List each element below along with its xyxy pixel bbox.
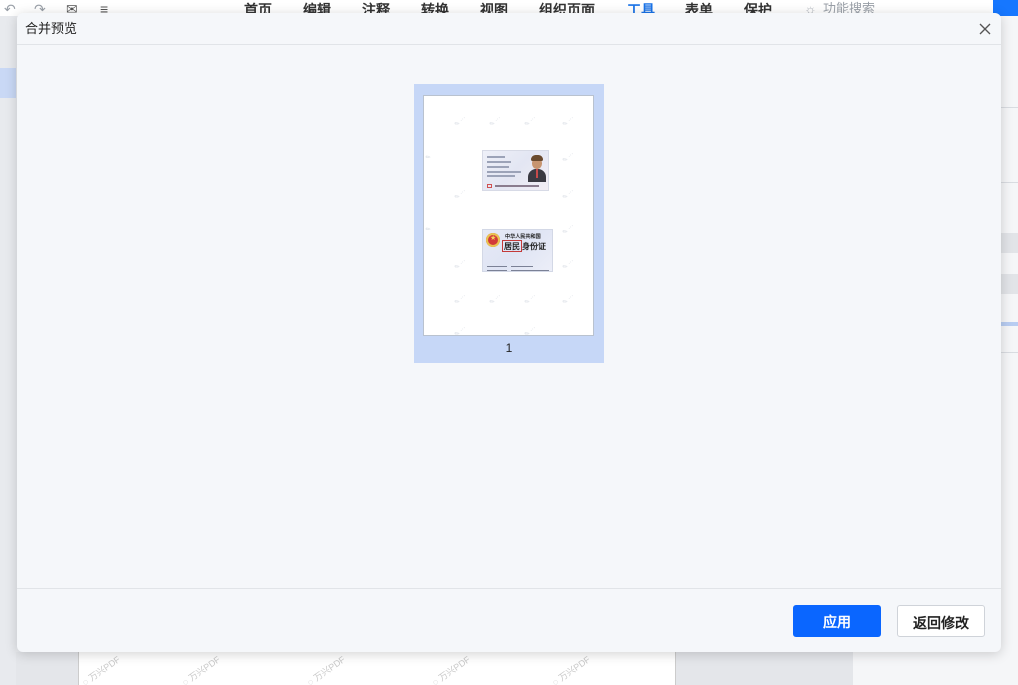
undo-icon[interactable]: ↶	[4, 2, 16, 16]
watermark: ✎ ⋯	[561, 151, 576, 165]
watermark: ✎ ⋯	[561, 223, 576, 237]
watermark: ✎ ⋯	[453, 325, 468, 336]
watermark: ✎ ⋯	[523, 115, 538, 129]
watermark: ✎ ⋯	[488, 293, 503, 307]
card-text-line	[511, 270, 549, 271]
watermark: ✎ ⋯	[453, 188, 468, 202]
watermark: ✎ ⋯	[561, 188, 576, 202]
watermark: ◌ 万兴PDF	[180, 654, 223, 685]
card-id-number-line	[495, 185, 539, 187]
card-text-line	[511, 266, 533, 267]
panel-slider[interactable]	[1001, 322, 1018, 326]
back-to-edit-button[interactable]: 返回修改	[897, 605, 985, 637]
apply-button[interactable]: 应用	[793, 605, 881, 637]
watermark: ✎ ⋯	[523, 293, 538, 307]
watermark: ✎ ⋯	[488, 115, 503, 129]
emblem-star-icon: ★	[490, 235, 497, 242]
merge-preview-dialog: 合并预览 ✎ ⋯ ✎ ⋯ ✎ ⋯ ✎ ⋯ ✎ ✎ ⋯ ✎ ⋯ ✎ ⋯ ✎ ✎ ⋯…	[17, 13, 1001, 652]
dialog-footer: 应用 返回修改	[17, 588, 1001, 652]
card-text-line	[487, 175, 515, 177]
watermark: ◌ 万兴PDF	[80, 654, 123, 685]
watermark: ✎ ⋯	[561, 293, 576, 307]
panel-divider	[1001, 352, 1018, 353]
id-card-back-image: ★ 中华人民共和国 居民 身份证	[482, 229, 553, 272]
panel-divider	[1001, 107, 1018, 108]
watermark: ◌ 万兴PDF	[550, 654, 593, 685]
dialog-header: 合并预览	[17, 13, 1001, 45]
card-text-line	[487, 166, 509, 168]
watermark: ✎	[424, 225, 433, 234]
portrait-tie	[536, 169, 538, 178]
card-id-marker	[487, 184, 492, 188]
watermark: ◌ 万兴PDF	[430, 654, 473, 685]
card-text-line	[487, 171, 521, 173]
page-thumbnail-selected[interactable]: ✎ ⋯ ✎ ⋯ ✎ ⋯ ✎ ⋯ ✎ ✎ ⋯ ✎ ⋯ ✎ ⋯ ✎ ✎ ⋯ ✎ ⋯ …	[414, 84, 604, 363]
close-icon	[979, 23, 991, 35]
dialog-title: 合并预览	[25, 21, 78, 36]
portrait-hair	[531, 155, 543, 161]
card-text-line	[487, 266, 507, 267]
page-number: 1	[505, 341, 513, 355]
watermark: ✎ ⋯	[523, 325, 538, 336]
card-text-line	[487, 270, 507, 271]
card-text-line	[487, 161, 511, 163]
watermark: ✎	[424, 153, 433, 162]
card-title-boxed: 居民	[502, 240, 522, 252]
left-sidebar	[0, 16, 16, 685]
panel-row	[1001, 233, 1018, 253]
card-title-rest: 身份证	[522, 241, 546, 251]
card-text-line	[487, 156, 505, 158]
dialog-body: ✎ ⋯ ✎ ⋯ ✎ ⋯ ✎ ⋯ ✎ ✎ ⋯ ✎ ⋯ ✎ ⋯ ✎ ✎ ⋯ ✎ ⋯ …	[17, 45, 1001, 588]
panel-row	[1001, 274, 1018, 294]
sidebar-selected-item[interactable]	[0, 68, 16, 98]
id-card-front-image	[482, 150, 549, 191]
card-country-text: 中华人民共和国	[505, 233, 541, 240]
page-preview: ✎ ⋯ ✎ ⋯ ✎ ⋯ ✎ ⋯ ✎ ✎ ⋯ ✎ ⋯ ✎ ⋯ ✎ ✎ ⋯ ✎ ⋯ …	[423, 95, 594, 336]
close-button[interactable]	[975, 19, 995, 39]
watermark: ◌ 万兴PDF	[305, 654, 348, 685]
watermark: ✎ ⋯	[453, 115, 468, 129]
document-page: ◌ 万兴PDF ◌ 万兴PDF ◌ 万兴PDF ◌ 万兴PDF ◌ 万兴PDF	[78, 652, 676, 685]
panel-divider	[1001, 182, 1018, 183]
watermark: ✎ ⋯	[453, 258, 468, 272]
watermark: ✎ ⋯	[561, 258, 576, 272]
watermark: ✎ ⋯	[561, 115, 576, 129]
watermark: ✎ ⋯	[453, 293, 468, 307]
card-title-text: 居民 身份证	[502, 240, 546, 252]
